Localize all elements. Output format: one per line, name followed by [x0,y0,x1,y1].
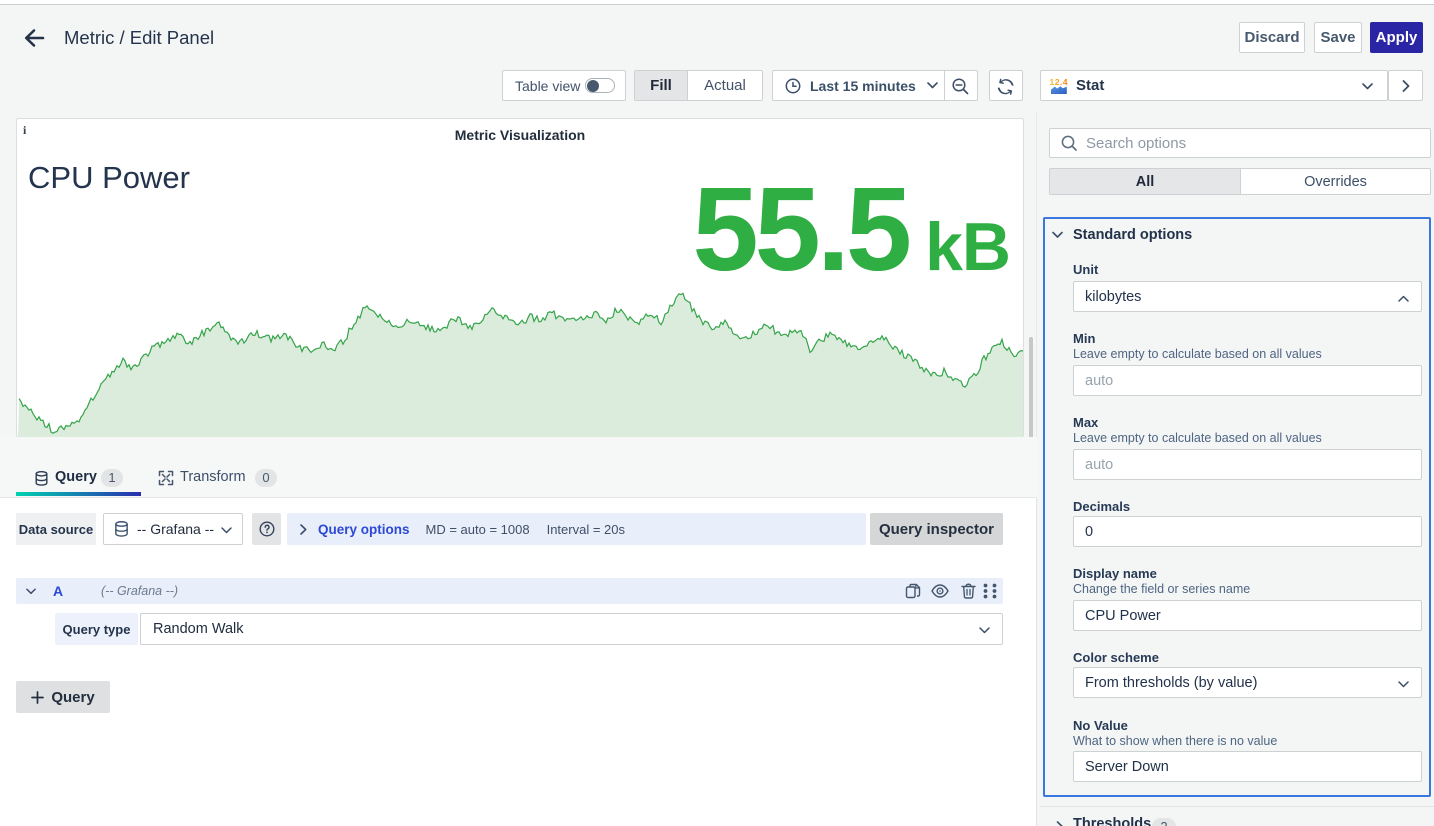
svg-text:12.4: 12.4 [1050,77,1068,87]
